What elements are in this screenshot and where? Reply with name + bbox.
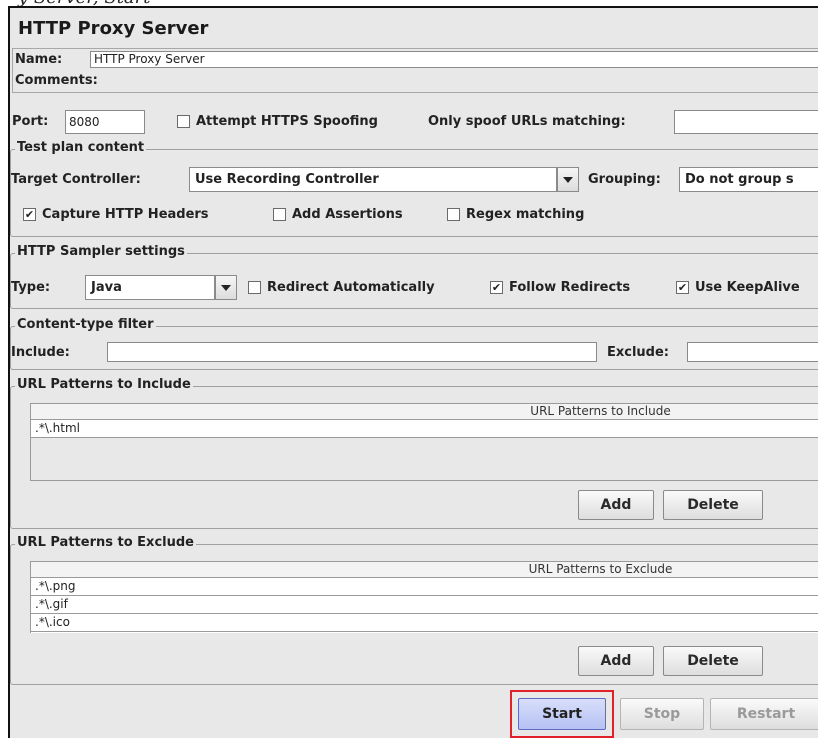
port-label: Port: <box>12 114 49 129</box>
regex-matching-checkbox[interactable] <box>447 208 460 221</box>
type-dropdown-icon[interactable] <box>215 275 237 300</box>
content-filter-group: Content-type filter Include: Exclude: <box>10 317 818 370</box>
table-row[interactable]: .*\.html <box>31 420 818 438</box>
keepalive-checkbox[interactable]: ✔ <box>676 281 689 294</box>
type-select[interactable]: Java <box>85 275 215 300</box>
table-row[interactable]: .*\.gif <box>31 596 818 614</box>
keepalive-label: Use KeepAlive <box>695 280 800 295</box>
follow-redirects-checkbox[interactable]: ✔ <box>490 281 503 294</box>
redirect-auto-checkbox[interactable] <box>248 281 261 294</box>
stop-button[interactable]: Stop <box>620 698 704 730</box>
name-field[interactable]: HTTP Proxy Server <box>90 51 818 68</box>
name-label: Name: <box>15 52 63 67</box>
include-field[interactable] <box>107 342 597 362</box>
exclude-field[interactable] <box>687 342 818 362</box>
restart-button[interactable]: Restart <box>710 698 818 730</box>
capture-headers-label: Capture HTTP Headers <box>42 207 209 222</box>
spoof-urls-label: Only spoof URLs matching: <box>428 114 626 129</box>
port-field[interactable]: 8080 <box>65 110 145 134</box>
content-filter-legend: Content-type filter <box>15 317 156 332</box>
table-row[interactable]: .*\.png <box>31 578 818 596</box>
follow-redirects-label: Follow Redirects <box>509 280 631 295</box>
test-plan-group: Test plan content Target Controller: Use… <box>10 140 818 237</box>
highlight-box <box>510 690 614 738</box>
add-assertions-checkbox[interactable] <box>273 208 286 221</box>
type-label: Type: <box>11 280 51 295</box>
include-delete-button[interactable]: Delete <box>663 490 763 520</box>
target-controller-select[interactable]: Use Recording Controller <box>189 167 557 192</box>
include-table-empty-area <box>31 438 818 480</box>
grouping-label: Grouping: <box>588 172 661 187</box>
name-comments-box: Name: HTTP Proxy Server Comments: <box>12 48 818 93</box>
page-title: HTTP Proxy Server <box>18 18 209 39</box>
https-spoofing-label: Attempt HTTPS Spoofing <box>196 114 378 129</box>
exclude-patterns-legend: URL Patterns to Exclude <box>15 535 196 550</box>
proxy-server-panel: HTTP Proxy Server Name: HTTP Proxy Serve… <box>8 6 818 738</box>
include-patterns-column-header[interactable]: URL Patterns to Include <box>31 404 818 420</box>
exclude-patterns-table[interactable]: URL Patterns to Exclude .*\.png .*\.gif … <box>30 561 818 633</box>
comments-label: Comments: <box>15 73 98 88</box>
redirect-auto-label: Redirect Automatically <box>267 280 435 295</box>
target-controller-label: Target Controller: <box>11 172 141 187</box>
spoof-urls-field[interactable] <box>674 110 818 134</box>
include-patterns-legend: URL Patterns to Include <box>15 377 193 392</box>
capture-headers-checkbox[interactable]: ✔ <box>23 208 36 221</box>
exclude-patterns-column-header[interactable]: URL Patterns to Exclude <box>31 562 818 578</box>
regex-matching-label: Regex matching <box>466 207 585 222</box>
add-assertions-label: Add Assertions <box>292 207 403 222</box>
include-label: Include: <box>11 345 70 360</box>
exclude-label: Exclude: <box>607 345 670 360</box>
target-controller-dropdown-icon[interactable] <box>557 167 579 192</box>
test-plan-legend: Test plan content <box>15 140 147 155</box>
table-row[interactable]: .*\.ico <box>31 614 818 632</box>
exclude-delete-button[interactable]: Delete <box>663 646 763 676</box>
sampler-settings-group: HTTP Sampler settings Type: Java Redirec… <box>10 244 818 309</box>
include-add-button[interactable]: Add <box>578 490 654 520</box>
sampler-settings-legend: HTTP Sampler settings <box>15 244 187 259</box>
include-patterns-table[interactable]: URL Patterns to Include .*\.html <box>30 403 818 481</box>
exclude-add-button[interactable]: Add <box>578 646 654 676</box>
https-spoofing-checkbox[interactable] <box>177 115 190 128</box>
comments-field[interactable] <box>125 70 818 90</box>
grouping-select[interactable]: Do not group s <box>679 167 818 192</box>
